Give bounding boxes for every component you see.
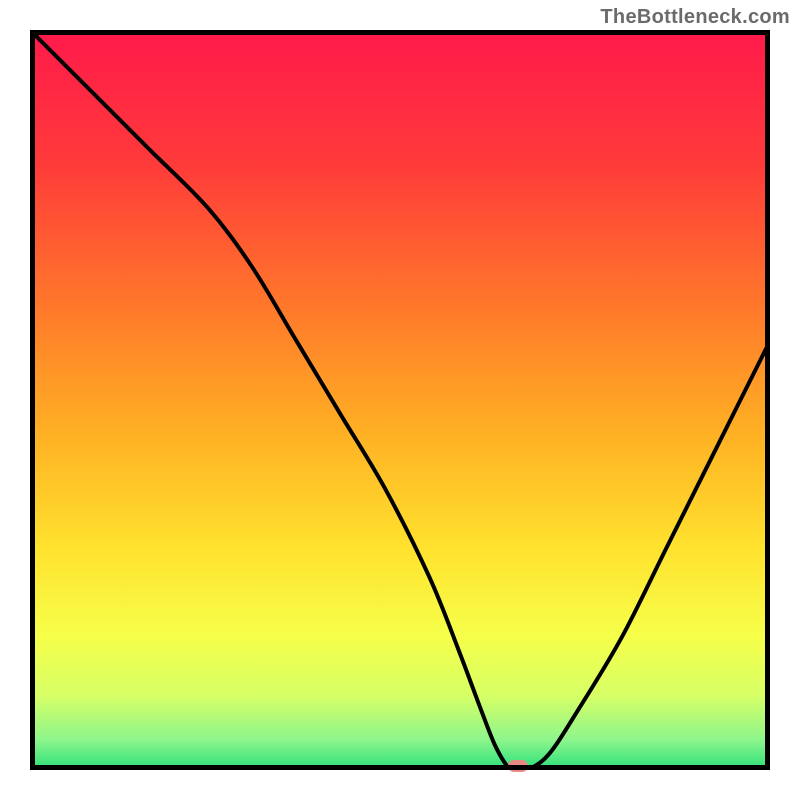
plot-area (30, 30, 770, 770)
optimal-point-marker (508, 760, 528, 772)
chart-container: TheBottleneck.com (0, 0, 800, 800)
watermark-text: TheBottleneck.com (600, 6, 790, 29)
bottleneck-curve (30, 30, 770, 770)
